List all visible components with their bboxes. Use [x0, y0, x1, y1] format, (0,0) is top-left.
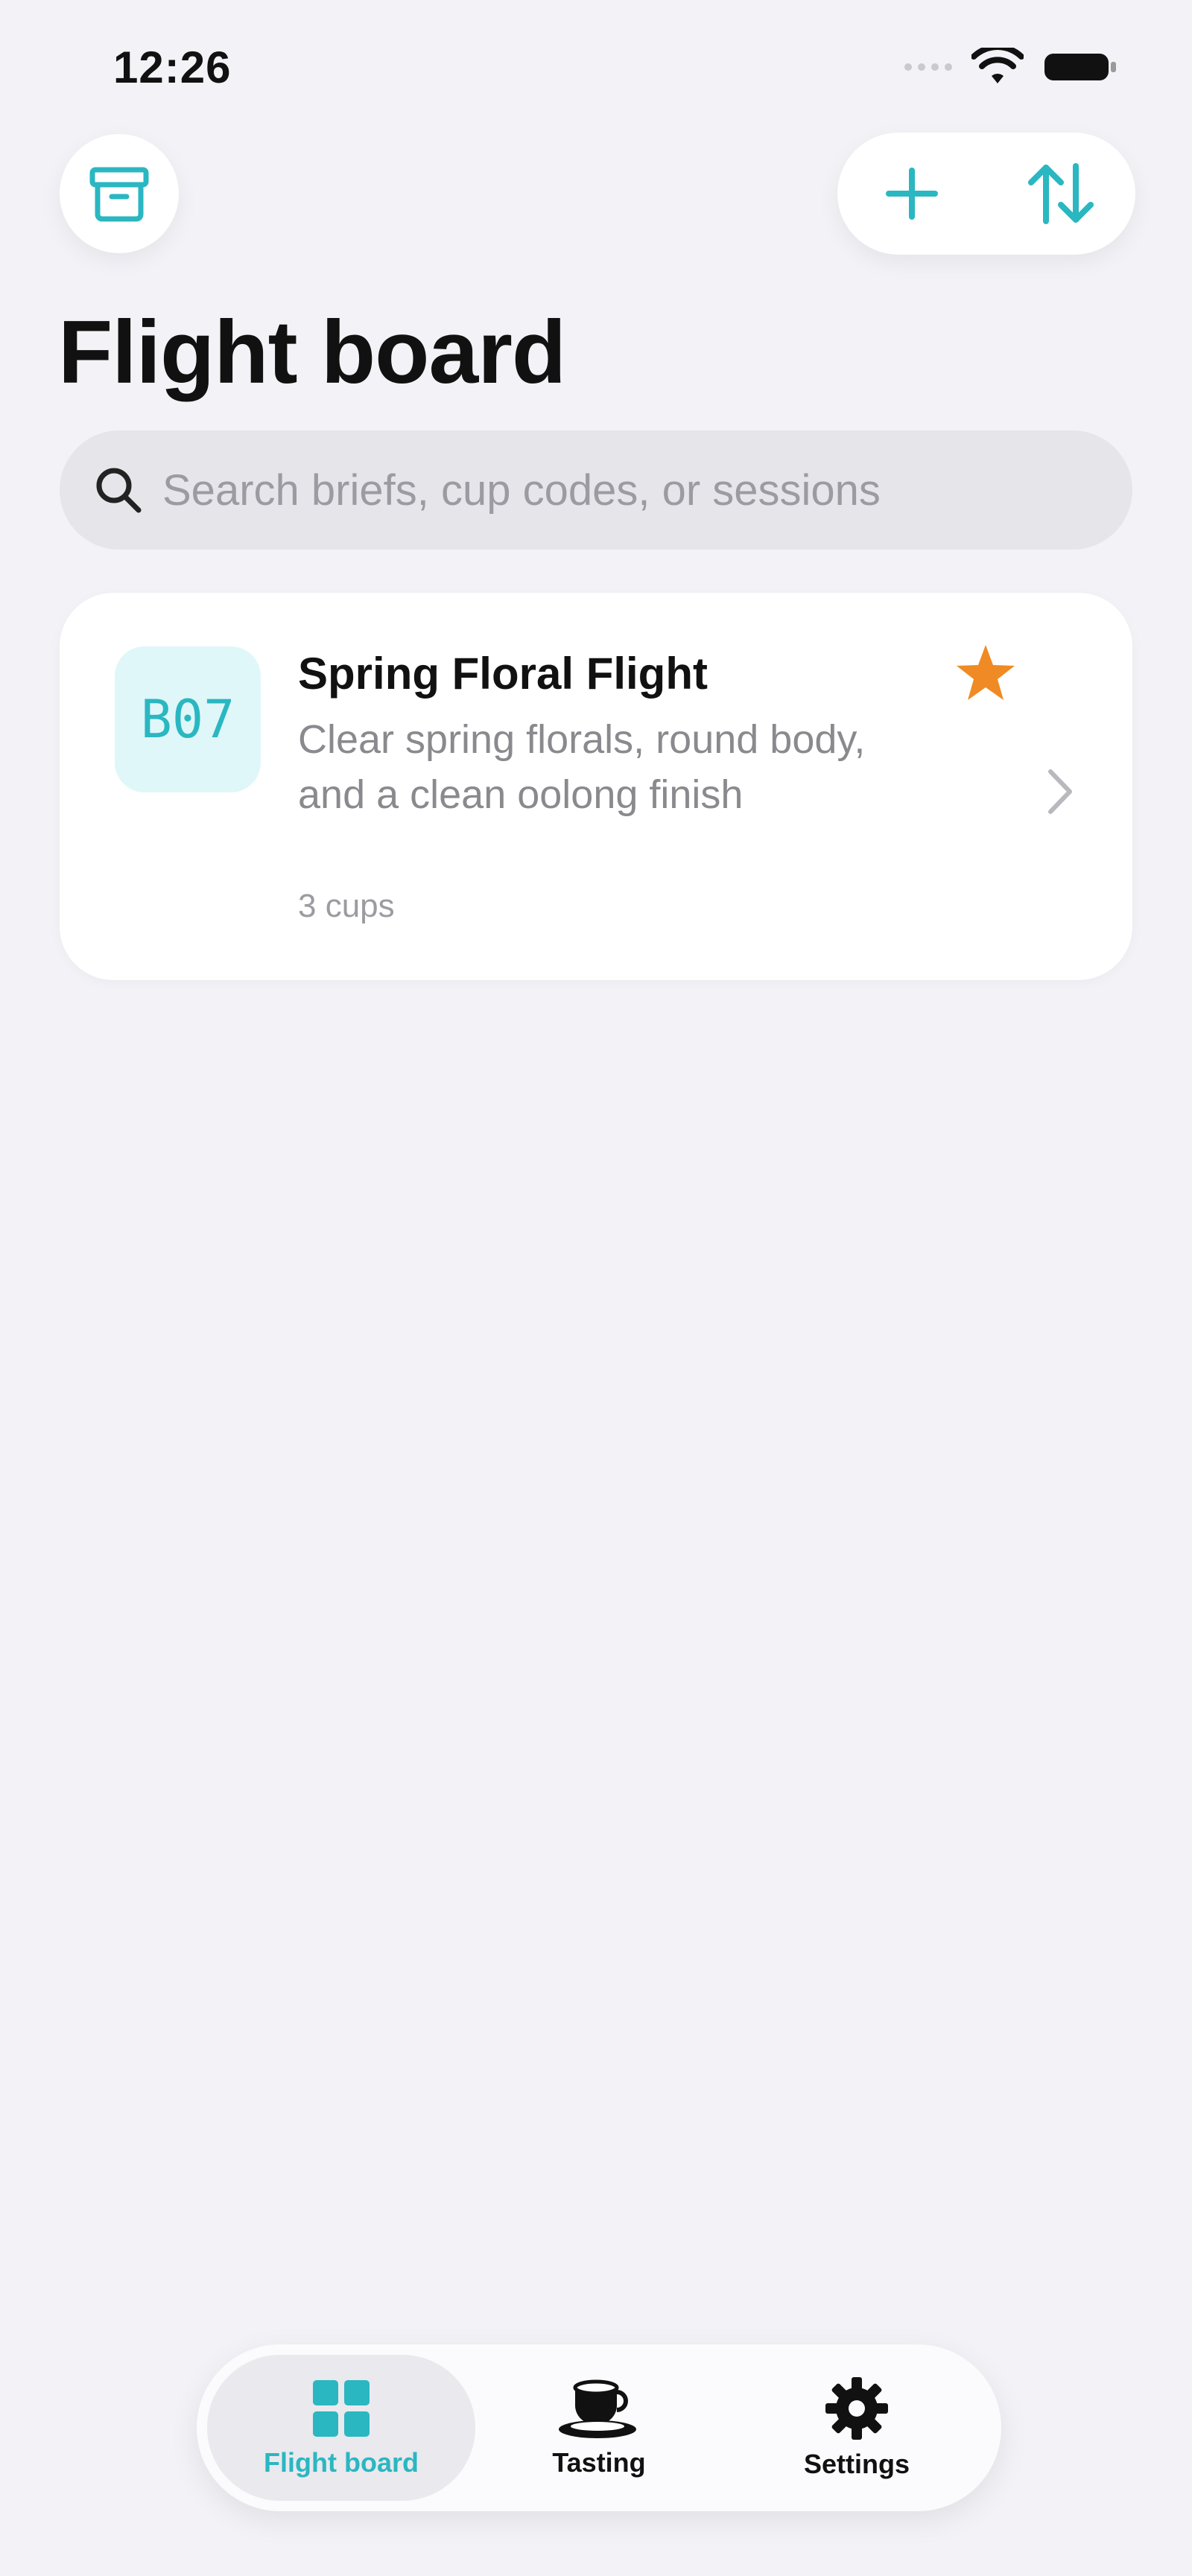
- cup-count: 3 cups: [298, 888, 395, 924]
- battery-icon: [1044, 54, 1116, 80]
- plus-icon: [886, 168, 938, 220]
- tab-label: Tasting: [552, 2447, 646, 2478]
- search-bar[interactable]: [60, 430, 1132, 550]
- add-button[interactable]: [867, 149, 957, 238]
- tab-tasting[interactable]: Tasting: [465, 2355, 733, 2501]
- cellular-signal-icon: [904, 63, 952, 71]
- header-actions: [837, 133, 1135, 255]
- cup-code-badge: B07: [115, 646, 261, 792]
- tab-label: Flight board: [264, 2447, 419, 2478]
- search-input[interactable]: [161, 464, 1095, 516]
- grid-icon: [313, 2380, 370, 2437]
- tab-flight-board[interactable]: Flight board: [207, 2355, 475, 2501]
- page-title: Flight board: [58, 302, 566, 402]
- tab-label: Settings: [803, 2449, 910, 2479]
- gear-icon: [825, 2377, 888, 2440]
- star-icon[interactable]: [954, 640, 1018, 705]
- cup-code: B07: [140, 689, 235, 750]
- teacup-icon: [559, 2379, 636, 2438]
- archive-button[interactable]: [60, 134, 179, 253]
- status-icons: [904, 48, 1118, 86]
- flight-description: Clear spring florals, round body, and a …: [298, 717, 866, 817]
- flight-card[interactable]: B07 Spring Floral Flight Clear spring fl…: [60, 593, 1132, 980]
- wifi-icon: [971, 48, 1024, 83]
- sort-arrows-icon: [1028, 163, 1094, 224]
- search-icon: [96, 468, 142, 513]
- tab-bar: Flight board Tasting Settings: [197, 2344, 1001, 2511]
- status-time: 12:26: [113, 42, 232, 92]
- sort-button[interactable]: [1016, 149, 1106, 238]
- tab-settings[interactable]: Settings: [723, 2355, 991, 2501]
- flight-title: Spring Floral Flight: [298, 649, 708, 699]
- chevron-right-icon: [1048, 769, 1072, 814]
- archive-box-icon: [89, 167, 149, 222]
